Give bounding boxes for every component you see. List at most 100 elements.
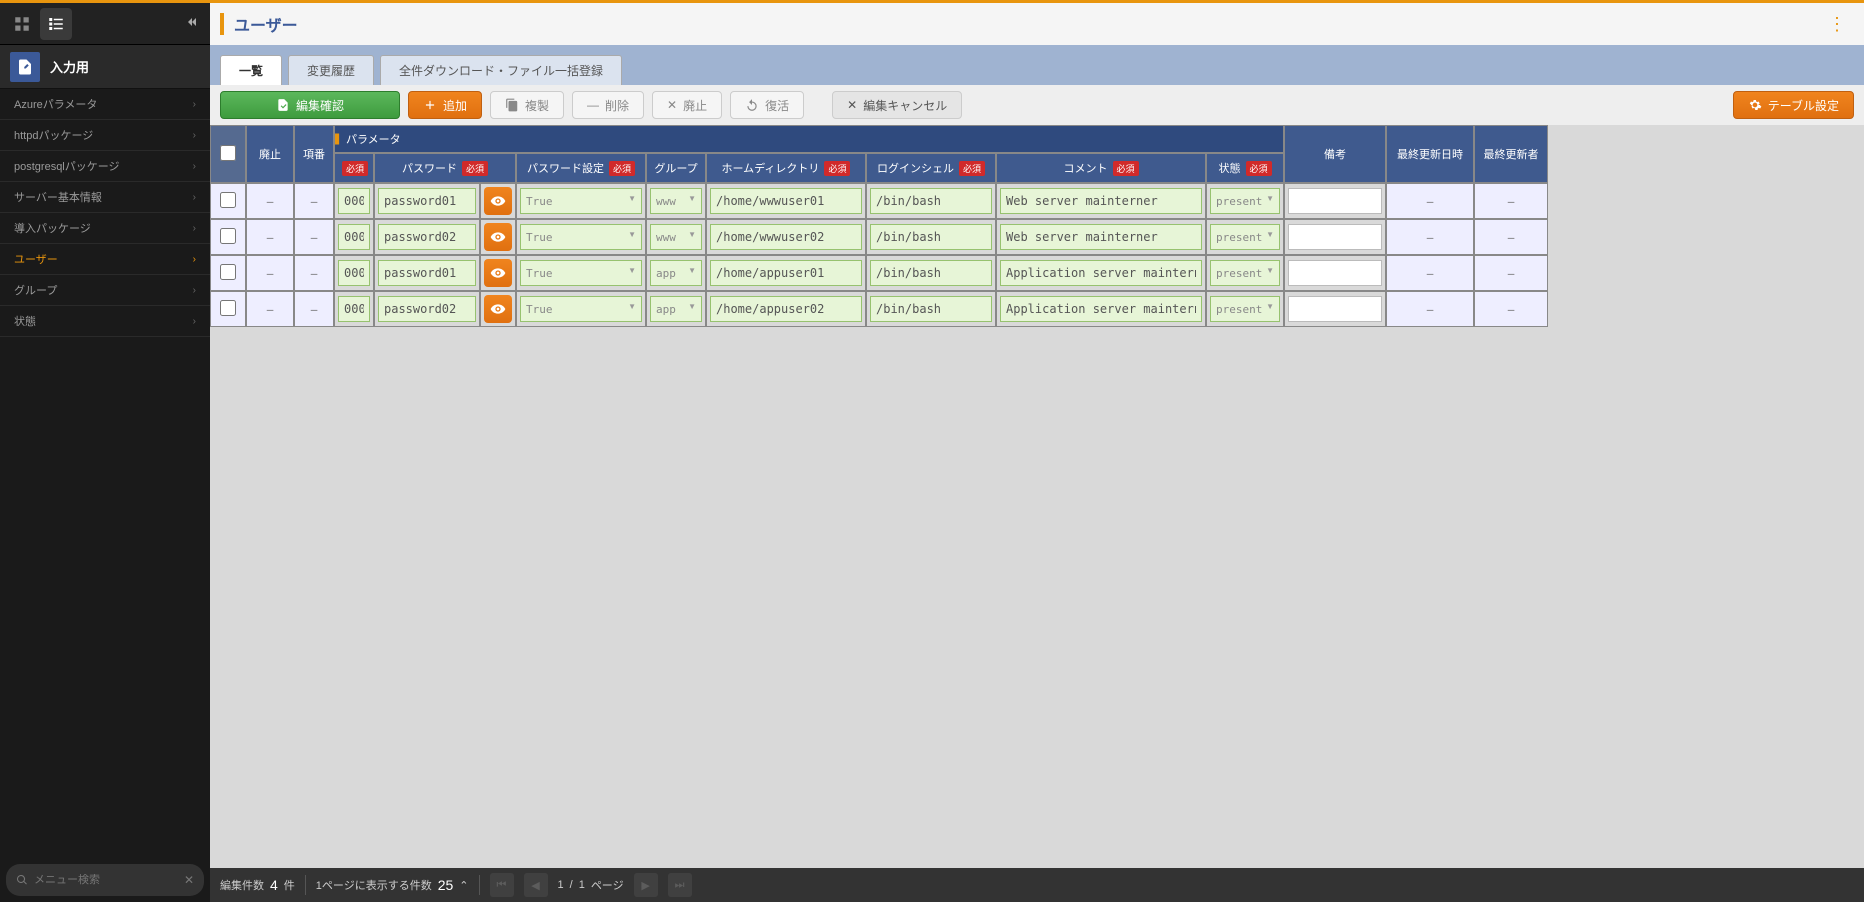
- table-wrapper[interactable]: 廃止 項番 ▍パラメータ 備考 最終更新日時 最終更新者 必須 パスワード 必須…: [210, 125, 1864, 868]
- row-num-dash: —: [294, 183, 334, 219]
- sidebar-item-label: postgresqlパッケージ: [14, 158, 120, 174]
- pw-setting-select[interactable]: [520, 188, 642, 214]
- sidebar-item[interactable]: 状態›: [0, 306, 210, 337]
- add-button[interactable]: 追加: [408, 91, 482, 119]
- password-input[interactable]: [378, 224, 476, 250]
- num-input[interactable]: [338, 188, 370, 214]
- chevron-right-icon: ›: [193, 130, 196, 141]
- col-group-params: ▍パラメータ: [334, 125, 1284, 153]
- remarks-input[interactable]: [1288, 296, 1382, 322]
- shell-input[interactable]: [870, 224, 992, 250]
- shell-input[interactable]: [870, 188, 992, 214]
- sidebar-item-label: サーバー基本情報: [14, 189, 102, 205]
- col-abolish: 廃止: [246, 125, 294, 183]
- remarks-input[interactable]: [1288, 260, 1382, 286]
- state-select[interactable]: [1210, 188, 1280, 214]
- header-menu-icon[interactable]: ⋮: [1820, 14, 1854, 35]
- sidebar-item[interactable]: ユーザー›: [0, 244, 210, 275]
- group-select[interactable]: [650, 260, 702, 286]
- pw-setting-select[interactable]: [520, 260, 642, 286]
- view-list-icon[interactable]: [40, 8, 72, 40]
- header-checkbox[interactable]: [210, 125, 246, 183]
- col-shell: ログインシェル 必須: [866, 153, 996, 183]
- group-select[interactable]: [650, 188, 702, 214]
- comment-input[interactable]: [1000, 296, 1202, 322]
- row-abolish: —: [246, 219, 294, 255]
- sidebar-collapse-icon[interactable]: [176, 8, 204, 39]
- sidebar-item[interactable]: グループ ›: [0, 275, 210, 306]
- clear-search-icon[interactable]: ✕: [184, 873, 194, 887]
- copy-button[interactable]: 複製: [490, 91, 564, 119]
- cancel-edit-button[interactable]: ✕ 編集キャンセル: [832, 91, 962, 119]
- num-input[interactable]: [338, 224, 370, 250]
- remarks-input[interactable]: [1288, 188, 1382, 214]
- password-input[interactable]: [378, 296, 476, 322]
- home-input[interactable]: [710, 260, 862, 286]
- abolish-button[interactable]: ✕ 廃止: [652, 91, 722, 119]
- state-select[interactable]: [1210, 260, 1280, 286]
- reveal-password-icon[interactable]: [484, 259, 512, 287]
- page-last-button[interactable]: ⏭: [668, 873, 692, 897]
- home-input[interactable]: [710, 188, 862, 214]
- row-checkbox[interactable]: [210, 219, 246, 255]
- tab[interactable]: 全件ダウンロード・ファイル一括登録: [380, 55, 622, 85]
- table-row: ————: [210, 183, 1548, 219]
- sidebar-item[interactable]: 導入パッケージ›: [0, 213, 210, 244]
- shell-input[interactable]: [870, 296, 992, 322]
- chevron-up-icon[interactable]: ⌃: [459, 879, 468, 892]
- per-page-value[interactable]: 25: [438, 877, 454, 893]
- sidebar-search[interactable]: ✕: [6, 864, 204, 896]
- view-grid-icon[interactable]: [6, 8, 38, 40]
- num-input[interactable]: [338, 260, 370, 286]
- sidebar-item-label: Azureパラメータ: [14, 96, 97, 112]
- state-select[interactable]: [1210, 296, 1280, 322]
- delete-button[interactable]: — 削除: [572, 91, 644, 119]
- sidebar-item[interactable]: httpdパッケージ›: [0, 120, 210, 151]
- search-input[interactable]: [34, 874, 184, 886]
- password-input[interactable]: [378, 188, 476, 214]
- edit-count: 4: [270, 877, 278, 893]
- confirm-edit-button[interactable]: 編集確認: [220, 91, 400, 119]
- reveal-password-icon[interactable]: [484, 295, 512, 323]
- state-select[interactable]: [1210, 224, 1280, 250]
- tab[interactable]: 一覧: [220, 55, 282, 85]
- comment-input[interactable]: [1000, 224, 1202, 250]
- sidebar-item[interactable]: Azureパラメータ›: [0, 89, 210, 120]
- reveal-password-icon[interactable]: [484, 223, 512, 251]
- home-input[interactable]: [710, 296, 862, 322]
- table-settings-button[interactable]: テーブル設定: [1733, 91, 1854, 119]
- comment-input[interactable]: [1000, 188, 1202, 214]
- restore-button[interactable]: 復活: [730, 91, 804, 119]
- page-next-button[interactable]: ▶: [634, 873, 658, 897]
- pw-setting-select[interactable]: [520, 296, 642, 322]
- page-first-button[interactable]: ⏮: [490, 873, 514, 897]
- header-accent: [220, 13, 224, 35]
- comment-input[interactable]: [1000, 260, 1202, 286]
- tab-bar: 一覧変更履歴全件ダウンロード・ファイル一括登録: [210, 45, 1864, 85]
- home-input[interactable]: [710, 224, 862, 250]
- sidebar-item-label: グループ: [14, 282, 57, 298]
- shell-input[interactable]: [870, 260, 992, 286]
- num-input[interactable]: [338, 296, 370, 322]
- group-select[interactable]: [650, 296, 702, 322]
- row-checkbox[interactable]: [210, 291, 246, 327]
- group-select[interactable]: [650, 224, 702, 250]
- tab[interactable]: 変更履歴: [288, 55, 374, 85]
- search-icon: [16, 874, 28, 886]
- chevron-right-icon: ›: [193, 161, 196, 172]
- row-checkbox[interactable]: [210, 255, 246, 291]
- reveal-password-icon[interactable]: [484, 187, 512, 215]
- remarks-input[interactable]: [1288, 224, 1382, 250]
- chevron-right-icon: ›: [193, 254, 196, 265]
- page-prev-button[interactable]: ◀: [524, 873, 548, 897]
- password-input[interactable]: [378, 260, 476, 286]
- sidebar-item-label: 状態: [14, 313, 36, 329]
- row-checkbox[interactable]: [210, 183, 246, 219]
- chevron-right-icon: ›: [193, 285, 196, 296]
- pw-setting-select[interactable]: [520, 224, 642, 250]
- sidebar-item[interactable]: サーバー基本情報›: [0, 182, 210, 213]
- table-row: ————: [210, 291, 1548, 327]
- col-pw-setting: パスワード設定 必須: [516, 153, 646, 183]
- col-required: 必須: [334, 153, 374, 183]
- sidebar-item[interactable]: postgresqlパッケージ ›: [0, 151, 210, 182]
